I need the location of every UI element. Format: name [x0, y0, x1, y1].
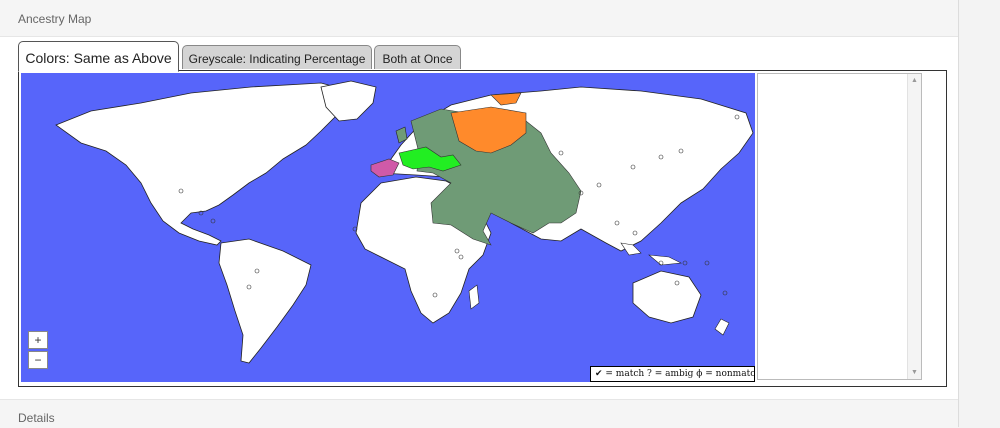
- new-guinea: [648, 254, 683, 266]
- details-title: Details: [18, 411, 55, 425]
- australia: [632, 270, 702, 324]
- south-america: [218, 238, 312, 364]
- north-america: [55, 82, 352, 246]
- world-map-svg: [55, 80, 754, 364]
- zoom-in-button[interactable]: +: [28, 331, 48, 349]
- pink-region: [370, 158, 400, 178]
- madagascar: [468, 284, 480, 310]
- panel-title: Ancestry Map: [18, 12, 92, 26]
- ancestry-map-panel: Ancestry Map Colors: Same as Above Greys…: [0, 0, 959, 428]
- tab-greyscale-percentage[interactable]: Greyscale: Indicating Percentage: [182, 45, 372, 69]
- world-map[interactable]: + − ✔ = match ? = ambig ϕ = nonmatch: [21, 73, 755, 382]
- zoom-out-button[interactable]: −: [28, 351, 48, 369]
- tab-colors-same-as-above[interactable]: Colors: Same as Above: [18, 41, 179, 72]
- tab-both-at-once[interactable]: Both at Once: [374, 45, 461, 69]
- scroll-down-icon[interactable]: ▼: [911, 369, 918, 376]
- tab-content: + − ✔ = match ? = ambig ϕ = nonmatch ▲ ▼: [18, 70, 947, 387]
- panel-header: Ancestry Map: [0, 0, 958, 37]
- scroll-up-icon[interactable]: ▲: [911, 77, 918, 84]
- new-zealand: [714, 318, 730, 336]
- sidebar-list[interactable]: ▲ ▼: [757, 73, 922, 380]
- sidebar-scrollbar[interactable]: ▲ ▼: [907, 74, 921, 379]
- details-header[interactable]: Details: [0, 399, 958, 428]
- map-legend: ✔ = match ? = ambig ϕ = nonmatch: [590, 366, 755, 382]
